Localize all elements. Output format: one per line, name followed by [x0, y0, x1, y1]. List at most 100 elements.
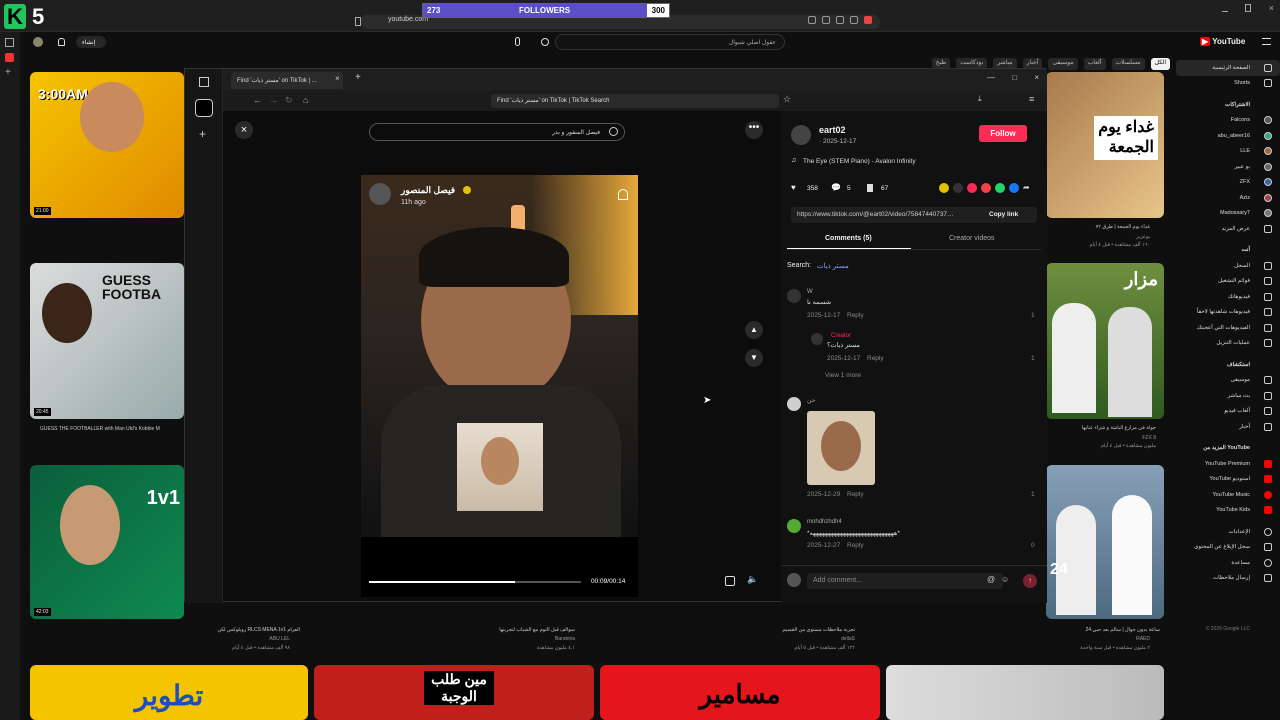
- video-title[interactable]: 24 ساعة بدون جوال | سالم بعد حبي: [1000, 627, 1160, 633]
- maximize-icon[interactable]: □: [1012, 73, 1017, 82]
- video-channel[interactable]: بوعزيز: [1060, 234, 1150, 240]
- create-button[interactable]: إنشاء: [76, 36, 106, 48]
- chip[interactable]: موسيقى: [1048, 58, 1078, 70]
- video-thumbnail[interactable]: 1v1 42:03: [30, 465, 184, 619]
- window-controls[interactable]: ×: [1222, 4, 1274, 13]
- sidebar-sub[interactable]: Falcons: [1176, 113, 1280, 129]
- chip[interactable]: الكل: [1150, 58, 1170, 70]
- sidebar-item-music[interactable]: موسيقى: [1176, 373, 1280, 389]
- comment-avatar[interactable]: [787, 397, 801, 411]
- sidebar-item-gaming[interactable]: ألعاب فيديو: [1176, 404, 1280, 420]
- video-channel[interactable]: dellaS: [700, 636, 855, 642]
- author-name[interactable]: eart02: [819, 125, 846, 135]
- post-comment-button[interactable]: ↑: [1023, 574, 1037, 588]
- follow-button[interactable]: Follow: [979, 125, 1027, 142]
- download-icon[interactable]: ⤓: [978, 94, 982, 104]
- video-progress-track[interactable]: [369, 581, 581, 583]
- sidebar-item-news[interactable]: أخبار: [1176, 419, 1280, 435]
- next-video-button[interactable]: ▼: [745, 349, 763, 367]
- comment-user[interactable]: mohdhzhdh4: [807, 519, 842, 525]
- search-icon[interactable]: [609, 127, 618, 136]
- chip[interactable]: ألعاب: [1083, 58, 1106, 70]
- youtube-shortcut-icon[interactable]: [5, 53, 14, 62]
- prev-video-button[interactable]: ▲: [745, 321, 763, 339]
- reply-user[interactable]: Creator: [831, 333, 851, 339]
- comment-avatar[interactable]: [787, 289, 801, 303]
- sidebar-sub[interactable]: Madossary7: [1176, 206, 1280, 222]
- video-thumbnail[interactable]: [886, 665, 1164, 720]
- video-title[interactable]: تجربة ملاحظات مستوى من القسيم: [700, 627, 855, 633]
- popup-url-bar[interactable]: Find 'مستر ذيات' on TikTok | TikTok Sear…: [491, 94, 779, 108]
- pip-toggle-icon[interactable]: [725, 576, 735, 586]
- close-icon[interactable]: ×: [1034, 73, 1039, 82]
- sidebar-item-playlists[interactable]: قوائم التشغيل: [1176, 274, 1280, 290]
- search-term[interactable]: مستر ذيات: [817, 262, 849, 270]
- sidebar-item-your-videos[interactable]: فيديوهاتك: [1176, 289, 1280, 305]
- video-thumbnail[interactable]: مزار: [1046, 263, 1164, 419]
- sidebar-item-watch-later[interactable]: فيديوهات شاهدتها لاحقاً: [1176, 305, 1280, 321]
- sidebar-item-kids[interactable]: YouTube Kids: [1176, 503, 1280, 519]
- share-icons[interactable]: ➦: [939, 183, 1033, 193]
- home-icon[interactable]: ⌂: [303, 95, 308, 105]
- video-thumbnail[interactable]: 24: [1046, 465, 1164, 619]
- video-channel[interactable]: ABU LEL: [130, 636, 290, 642]
- avatar[interactable]: [33, 37, 43, 47]
- sidebar-item-liked[interactable]: الفيديوهات التي أعجبتك: [1176, 320, 1280, 336]
- add-comment-input[interactable]: Add comment...: [807, 573, 1003, 589]
- comment-user[interactable]: W: [807, 289, 813, 295]
- comment-likes[interactable]: 1: [1031, 491, 1035, 498]
- like-icon[interactable]: ♥: [791, 183, 796, 192]
- video-title[interactable]: GUESS THE FOOTBALLER with Man Utd's Kobb…: [40, 426, 200, 432]
- comment-reply[interactable]: Reply: [847, 312, 864, 319]
- sidebar-header-subs[interactable]: الاشتراكات: [1176, 97, 1280, 113]
- author-avatar[interactable]: [791, 125, 811, 145]
- close-icon[interactable]: ×: [1269, 4, 1274, 13]
- sidebar-item-feedback[interactable]: إرسال ملاحظات: [1176, 571, 1280, 587]
- mic-icon[interactable]: [515, 37, 520, 46]
- copy-link-button[interactable]: Copy link: [989, 211, 1018, 218]
- video-thumbnail[interactable]: GUESS FOOTBA 20:45: [30, 263, 184, 419]
- mention-icon[interactable]: @: [987, 575, 995, 584]
- reply-likes[interactable]: 1: [1031, 355, 1035, 362]
- bookmark-icon[interactable]: [867, 184, 873, 192]
- sidebar-item-home[interactable]: الصفحة الرئيسية: [1176, 60, 1280, 76]
- sidebar-sub[interactable]: abu_abeer16: [1176, 128, 1280, 144]
- sidebar-item-settings[interactable]: الإعدادات: [1176, 524, 1280, 540]
- notifications-icon[interactable]: [58, 38, 65, 46]
- comment-reply[interactable]: Reply: [847, 491, 864, 498]
- extension-icons[interactable]: [808, 16, 908, 26]
- minimize-icon[interactable]: —: [987, 73, 995, 82]
- comment-avatar[interactable]: [787, 519, 801, 533]
- minimize-icon[interactable]: [1222, 4, 1228, 12]
- video-thumbnail[interactable]: غداء يوم الجمعة: [1046, 72, 1164, 218]
- sidebar-item-music-app[interactable]: YouTube Music: [1176, 487, 1280, 503]
- reply-reply[interactable]: Reply: [867, 355, 884, 362]
- sidebar-item-report[interactable]: سجل الإبلاغ عن المحتوى: [1176, 540, 1280, 556]
- tab-comments[interactable]: Comments (5): [825, 235, 872, 242]
- bookmark-icon[interactable]: [355, 17, 361, 26]
- back-icon[interactable]: ←: [253, 95, 262, 105]
- chip[interactable]: مسلسلات: [1111, 58, 1145, 70]
- sidebar-item-help[interactable]: مساعدة: [1176, 555, 1280, 571]
- search-icon[interactable]: [541, 38, 549, 46]
- maximize-icon[interactable]: [1245, 4, 1252, 12]
- video-channel[interactable]: Bandeira: [420, 636, 575, 642]
- sidebar-item-premium[interactable]: YouTube Premium: [1176, 456, 1280, 472]
- comment-likes[interactable]: 0: [1031, 542, 1035, 549]
- reload-icon[interactable]: ↻: [285, 95, 293, 106]
- view-more-replies[interactable]: View 1 more: [825, 372, 861, 379]
- bell-icon[interactable]: [618, 189, 628, 200]
- video-title[interactable]: روبلوكس لكن RLCS MENA 1v1 الفرام: [130, 627, 300, 633]
- popup-tab[interactable]: Find 'مستر ذيات' on TikTok | ...: [231, 72, 343, 89]
- close-video-button[interactable]: ×: [235, 121, 253, 139]
- sidebar-sub[interactable]: بو عبير: [1176, 159, 1280, 175]
- video-thumbnail[interactable]: مسامير: [600, 665, 880, 720]
- reply-avatar[interactable]: [811, 333, 823, 345]
- youtube-logo[interactable]: ▶ YouTube: [1200, 37, 1245, 46]
- menu-icon[interactable]: ≡: [1029, 94, 1034, 104]
- star-icon[interactable]: ☆: [783, 94, 791, 105]
- video-channel[interactable]: RAED: [1000, 636, 1150, 642]
- video-search-input[interactable]: فيصل المنقور و بدر: [369, 123, 625, 141]
- video-thumbnail[interactable]: 3:00AM 21:00: [30, 72, 184, 218]
- video-player[interactable]: فيصل المنصور 11h ago: [361, 175, 638, 537]
